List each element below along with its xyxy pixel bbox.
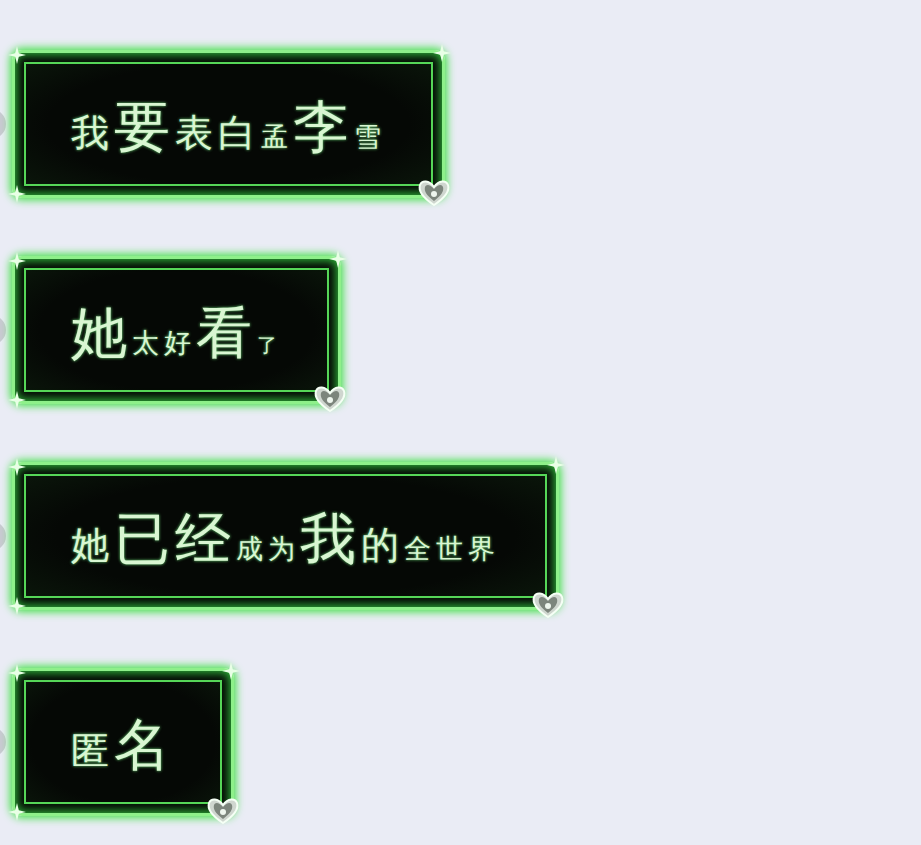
message-text: 的 [361,523,404,569]
heart-ornament-icon [310,383,350,415]
avatar[interactable] [0,521,6,551]
sparkle-icon [8,458,26,476]
message-bubble[interactable]: 她已经成为我的全世界 [12,462,559,610]
sparkle-icon [8,597,26,615]
sparkle-icon [8,252,26,270]
message-text: 成为 [236,533,300,565]
sparkle-icon [8,803,26,821]
message-row: 她太好看了 [0,256,341,404]
sparkle-icon [8,185,26,203]
message-text: 我 [71,111,114,157]
message-text: 看 [196,299,257,366]
message-text: 她 [71,523,114,569]
sparkle-icon [222,662,240,680]
message-text: 太好 [132,327,196,359]
message-row: 匿名 [0,668,234,816]
message-text: 了 [257,333,282,357]
heart-ornament-icon [528,589,568,621]
message-text: 雪 [354,121,386,153]
message-text: 表白 [175,111,261,157]
avatar[interactable] [0,727,6,757]
sparkle-icon [329,250,347,268]
heart-ornament-icon [414,177,454,209]
message-text: 已经 [114,505,236,572]
message-bubble[interactable]: 我要表白孟李雪 [12,50,445,198]
message-text: 孟 [261,121,293,153]
message-text: 匿 [71,729,114,775]
message-text: 李 [293,93,354,160]
avatar[interactable] [0,315,6,345]
sparkle-icon [8,391,26,409]
message-bubble[interactable]: 她太好看了 [12,256,341,404]
heart-ornament-icon [203,795,243,827]
message-text: 她 [71,299,132,366]
chat-page: 我要表白孟李雪她太好看了她已经成为我的全世界匿名 [0,0,921,816]
message-row: 她已经成为我的全世界 [0,462,559,610]
sparkle-icon [8,664,26,682]
sparkle-icon [433,44,451,62]
message-row: 我要表白孟李雪 [0,50,445,198]
message-text: 全世界 [404,533,500,565]
message-bubble[interactable]: 匿名 [12,668,234,816]
sparkle-icon [8,46,26,64]
message-text: 要 [114,93,175,160]
message-text: 名 [114,711,175,778]
message-text: 我 [300,505,361,572]
avatar[interactable] [0,109,6,139]
sparkle-icon [547,456,565,474]
